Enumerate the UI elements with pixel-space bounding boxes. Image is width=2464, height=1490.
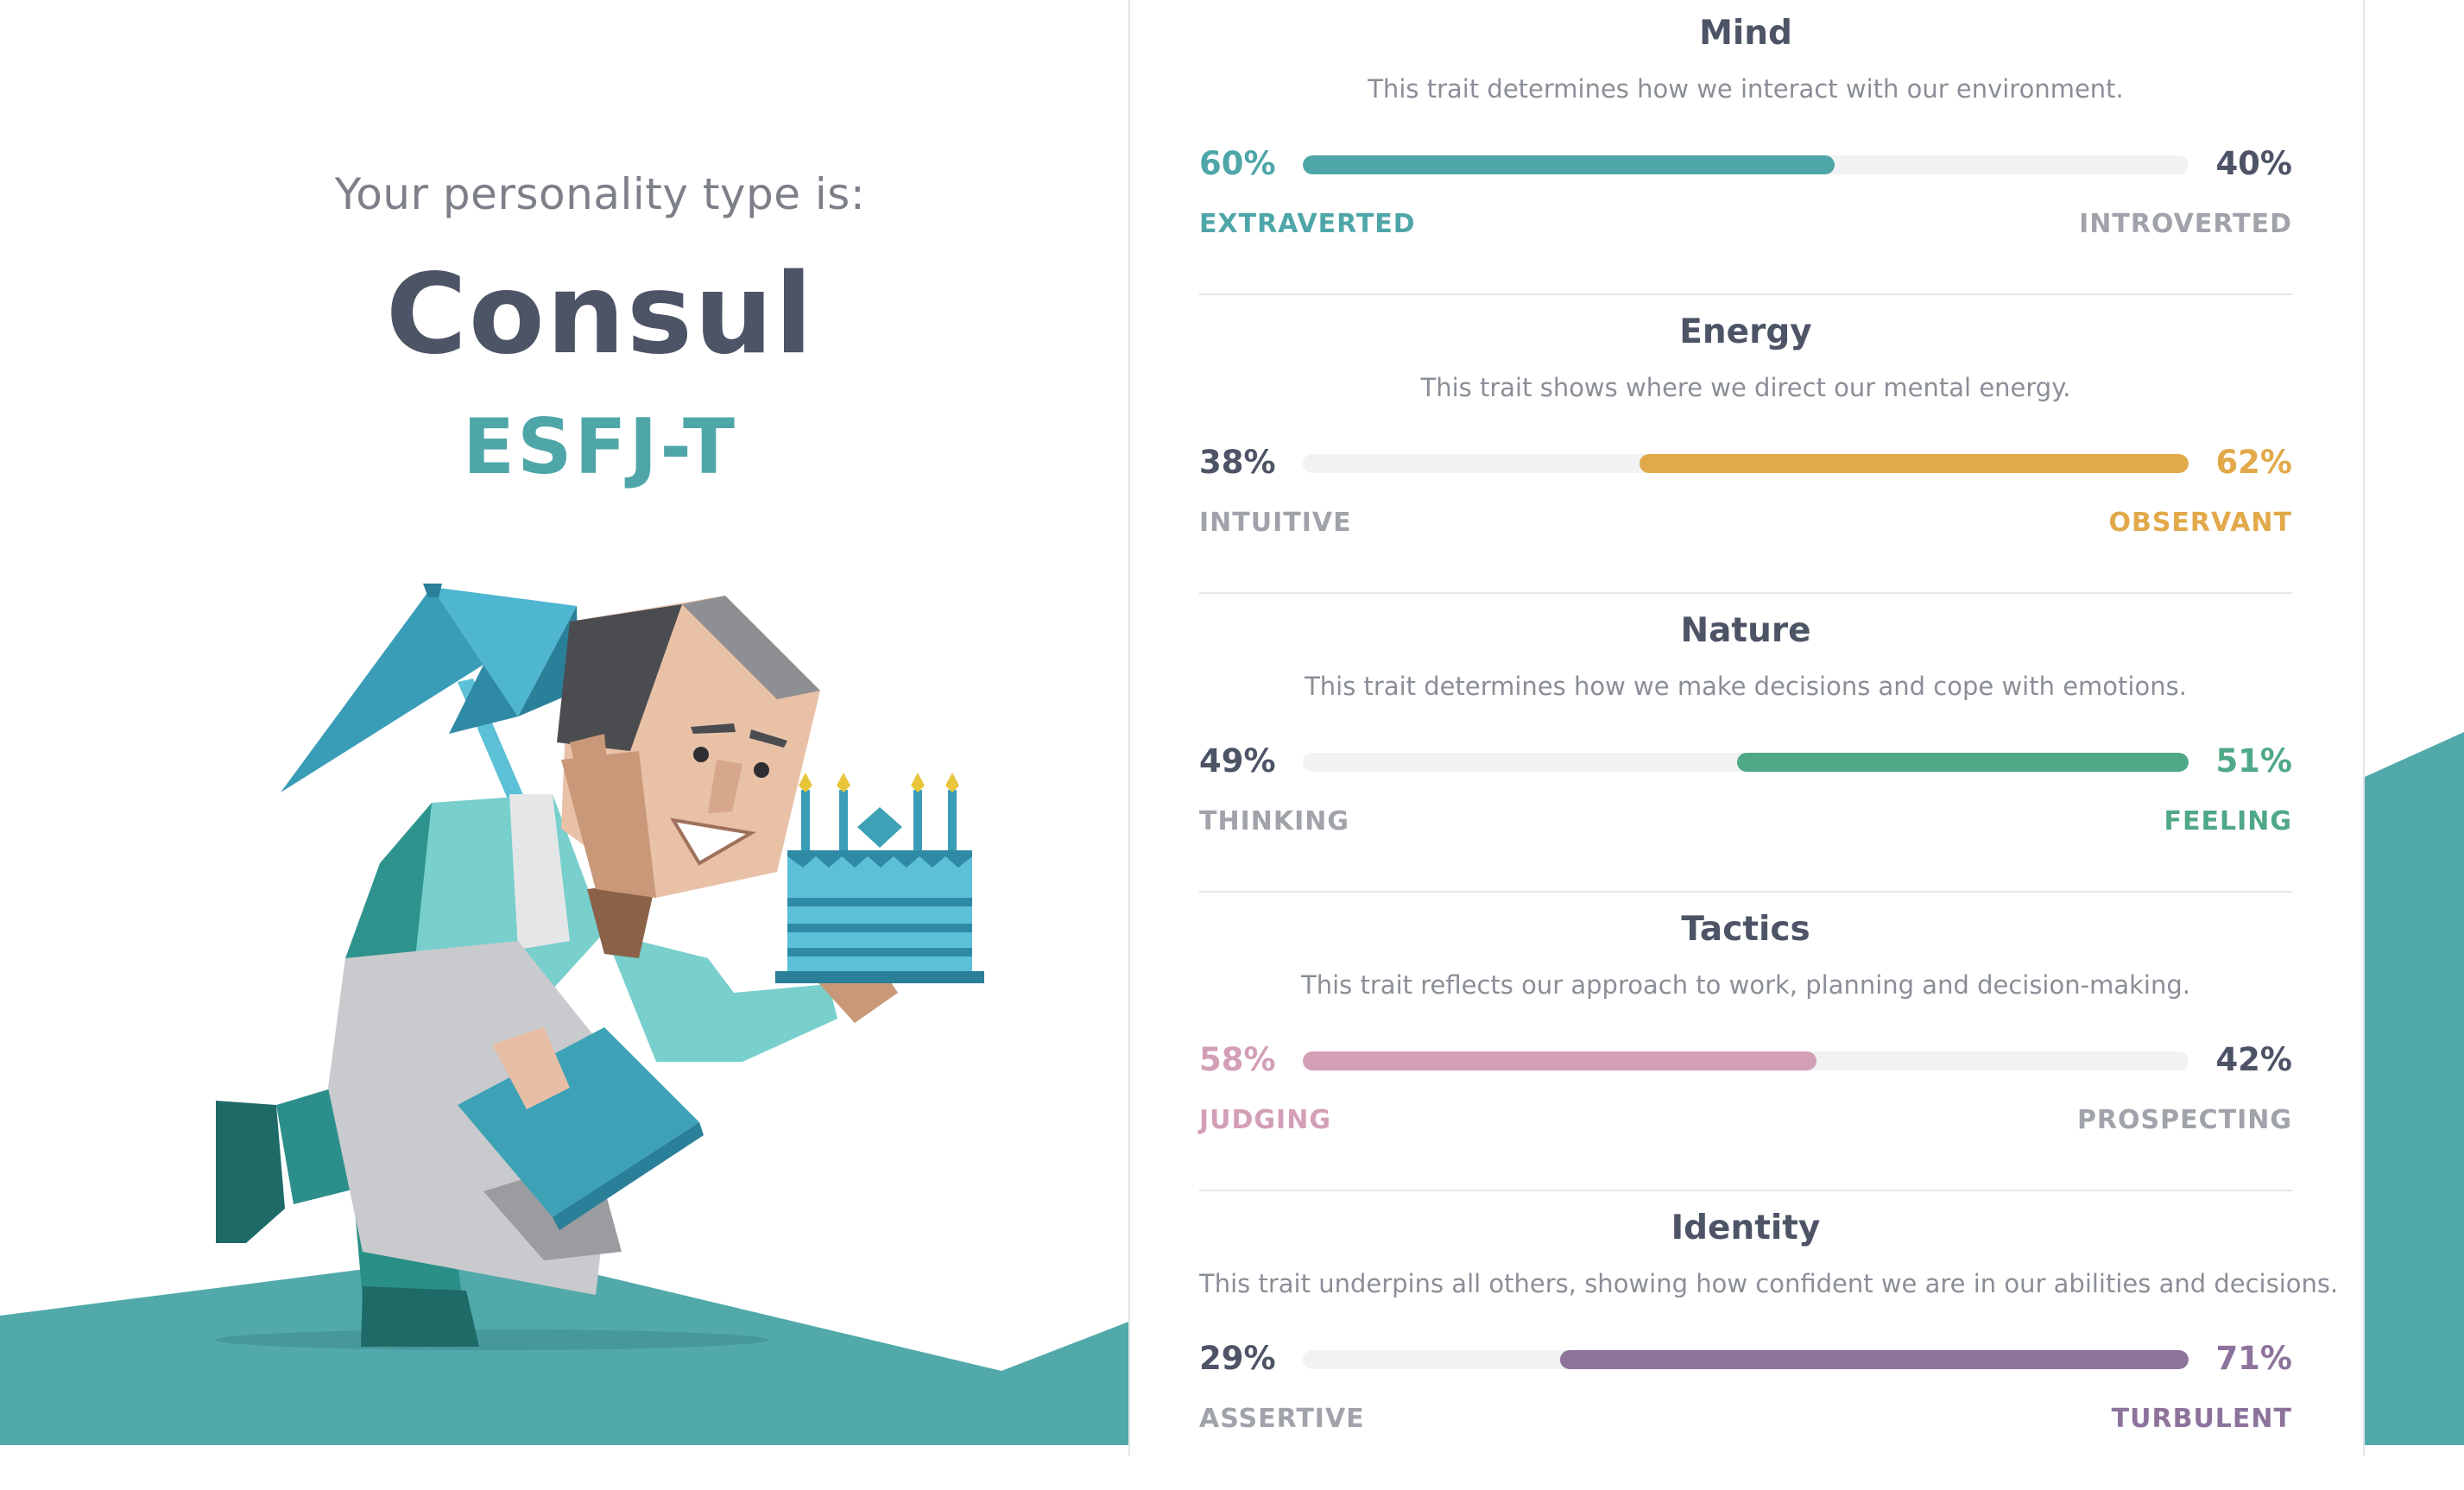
trait-nature: Nature This trait determines how we make…: [1199, 594, 2292, 893]
trait-description: This trait underpins all others, showing…: [1199, 1269, 2339, 1298]
right-pole-label: OBSERVANT: [2108, 508, 2292, 538]
ground-shape-right: [2357, 732, 2464, 1445]
trait-title: Tactics: [1681, 910, 1810, 949]
right-percent: 51%: [2215, 742, 2292, 780]
trait-description: This trait determines how we interact wi…: [1368, 74, 2124, 104]
trait-identity: Identity This trait underpins all others…: [1199, 1191, 2339, 1490]
trait-bar: [1303, 454, 2189, 473]
trait-mind: Mind This trait determines how we intera…: [1199, 0, 2292, 295]
right-pole-label: PROSPECTING: [2076, 1105, 2292, 1135]
trait-bar: [1303, 1051, 2189, 1070]
trait-title: Identity: [1671, 1209, 1821, 1247]
left-percent: 38%: [1199, 444, 1276, 481]
personality-type-name: Consul: [385, 250, 815, 379]
trait-bar-fill: [1303, 155, 1835, 174]
trait-bar-fill: [1303, 1051, 1817, 1070]
trait-bar-fill: [1736, 753, 2189, 772]
trait-title: Energy: [1679, 313, 1812, 351]
trait-title: Nature: [1680, 611, 1811, 650]
trait-bar: [1303, 1350, 2189, 1369]
trait-description: This trait shows where we direct our men…: [1420, 373, 2071, 402]
left-percent: 49%: [1199, 742, 1276, 780]
right-percent: 71%: [2215, 1340, 2292, 1377]
personality-type-code: ESFJ-T: [463, 402, 737, 491]
right-pole-label: TURBULENT: [2111, 1404, 2292, 1434]
type-intro-text: Your personality type is:: [334, 169, 866, 219]
right-percent: 40%: [2215, 145, 2292, 182]
left-percent: 60%: [1199, 145, 1276, 182]
trait-title: Mind: [1699, 14, 1792, 53]
trait-bar-fill: [1559, 1350, 2189, 1369]
left-pole-label: ASSERTIVE: [1199, 1404, 1365, 1434]
left-percent: 29%: [1199, 1340, 1276, 1377]
trait-bar: [1303, 155, 2189, 174]
result-hero: Your personality type is: Consul ESFJ-T: [0, 0, 1128, 1445]
left-pole-label: JUDGING: [1199, 1105, 1331, 1135]
right-percent: 62%: [2215, 444, 2292, 481]
right-pole-label: INTROVERTED: [2079, 209, 2292, 239]
trait-tactics: Tactics This trait reflects our approach…: [1199, 893, 2292, 1191]
trait-bar: [1303, 753, 2189, 772]
left-pole-label: INTUITIVE: [1199, 508, 1352, 538]
trait-energy: Energy This trait shows where we direct …: [1199, 295, 2292, 594]
right-percent: 42%: [2215, 1041, 2292, 1078]
trait-results-card: Mind This trait determines how we intera…: [1128, 0, 2365, 1455]
trait-description: This trait reflects our approach to work…: [1301, 970, 2190, 1000]
trait-bar-fill: [1639, 454, 2189, 473]
trait-description: This trait determines how we make decisi…: [1305, 672, 2187, 701]
left-pole-label: EXTRAVERTED: [1199, 209, 1416, 239]
consul-character-with-cake-illustration: [216, 584, 984, 1350]
left-pole-label: THINKING: [1199, 806, 1349, 837]
left-percent: 58%: [1199, 1041, 1276, 1078]
right-pole-label: FEELING: [2164, 806, 2292, 837]
